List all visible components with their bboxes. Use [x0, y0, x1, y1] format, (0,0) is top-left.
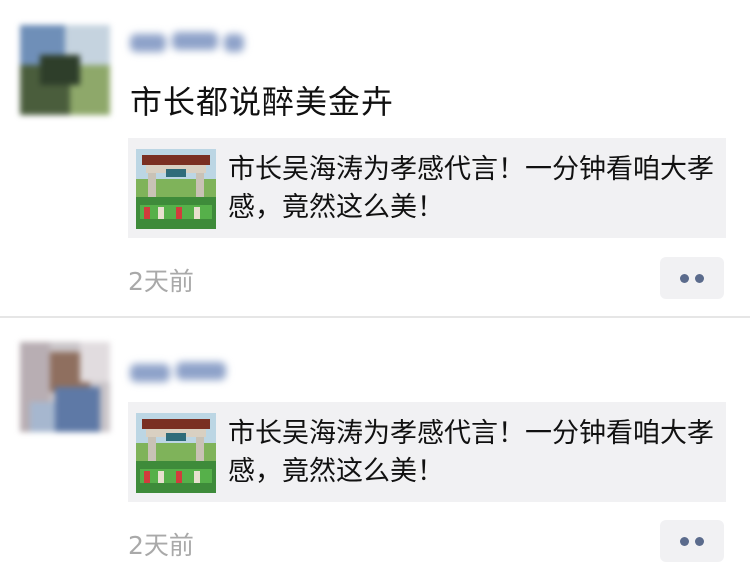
link-thumbnail: [136, 149, 216, 229]
post-time: 2天前: [128, 531, 194, 560]
shared-link-card[interactable]: 市长吴海涛为孝感代言！一分钟看咱大孝感，竟然这么美！: [128, 138, 726, 238]
link-thumbnail: [136, 413, 216, 493]
more-options-button[interactable]: [660, 257, 724, 299]
more-options-button[interactable]: [660, 520, 724, 562]
ellipsis-icon: [695, 537, 704, 546]
link-title: 市长吴海涛为孝感代言！一分钟看咱大孝感，竟然这么美！: [228, 154, 714, 223]
ellipsis-icon: [680, 537, 689, 546]
avatar[interactable]: [20, 25, 110, 115]
moments-feed: 市长都说醉美金卉 市长吴海涛为孝感代言！一分钟看咱大孝感，竟然这么美！ 2天前 …: [0, 0, 750, 567]
moment-post: 市长吴海涛为孝感代言！一分钟看咱大孝感，竟然这么美！ 2天前: [0, 318, 750, 567]
avatar[interactable]: [20, 342, 110, 432]
username-blurred[interactable]: [130, 30, 250, 56]
username-blurred[interactable]: [130, 358, 230, 384]
link-title: 市长吴海涛为孝感代言！一分钟看咱大孝感，竟然这么美！: [228, 418, 714, 487]
moment-post: 市长都说醉美金卉 市长吴海涛为孝感代言！一分钟看咱大孝感，竟然这么美！ 2天前: [0, 0, 750, 316]
post-time: 2天前: [128, 267, 194, 296]
ellipsis-icon: [695, 274, 704, 283]
post-text: 市长都说醉美金卉: [130, 83, 395, 121]
gate-photo-icon: [136, 413, 216, 493]
ellipsis-icon: [680, 274, 689, 283]
gate-photo-icon: [136, 149, 216, 229]
shared-link-card[interactable]: 市长吴海涛为孝感代言！一分钟看咱大孝感，竟然这么美！: [128, 402, 726, 502]
